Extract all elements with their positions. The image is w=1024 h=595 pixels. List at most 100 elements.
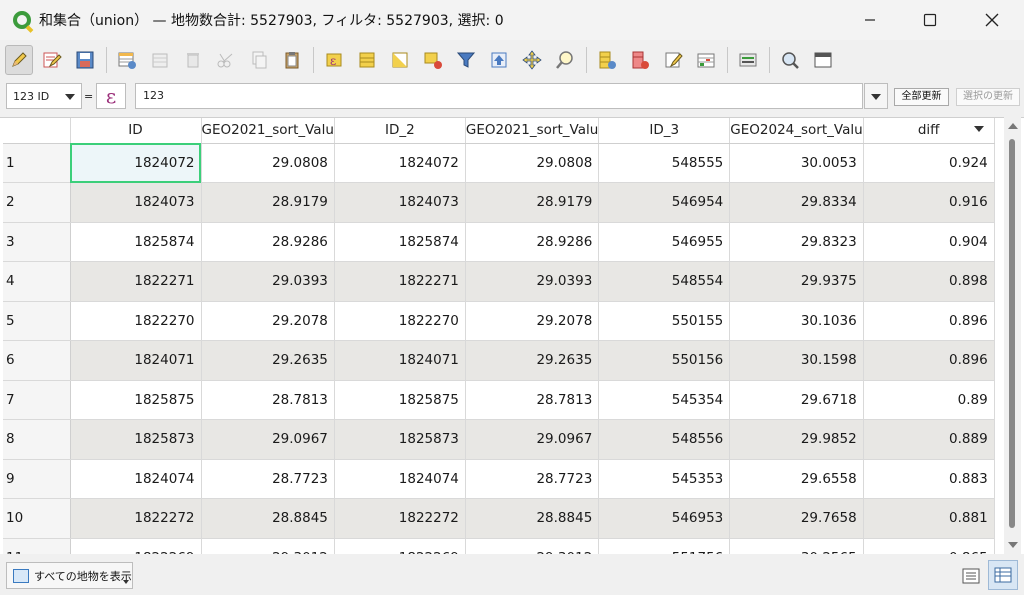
table-cell[interactable]: 0.889	[863, 419, 995, 460]
maximize-button[interactable]	[900, 0, 960, 40]
table-cell[interactable]: 0.904	[863, 222, 995, 262]
table-cell[interactable]: 29.0808	[201, 143, 335, 183]
column-header[interactable]: GEO2021_sort_Valu	[465, 118, 600, 144]
column-header[interactable]: ID_3	[598, 118, 731, 144]
table-cell[interactable]: 548555	[598, 143, 731, 183]
row-header[interactable]: 10	[3, 498, 71, 539]
table-cell[interactable]: 0.916	[863, 182, 995, 223]
table-cell[interactable]: 29.8334	[729, 182, 864, 223]
table-cell[interactable]: 29.2635	[201, 340, 335, 381]
table-cell[interactable]: 29.0967	[465, 419, 600, 460]
field-calculator-button[interactable]	[659, 45, 687, 75]
actions-button[interactable]	[734, 45, 762, 75]
table-cell[interactable]: 29.8323	[729, 222, 864, 262]
table-cell[interactable]: 29.0393	[201, 261, 335, 302]
table-cell[interactable]: 1824071	[334, 340, 466, 381]
table-view-button[interactable]	[988, 560, 1018, 590]
table-cell[interactable]: 1825873	[70, 419, 202, 460]
table-cell[interactable]: 29.6558	[729, 459, 864, 499]
save-edits-button[interactable]	[71, 45, 99, 75]
select-by-expression-button[interactable]: ε	[320, 45, 348, 75]
row-header[interactable]: 7	[3, 380, 71, 420]
table-cell[interactable]: 0.896	[863, 301, 995, 341]
column-header[interactable]: GEO2024_sort_Valu	[729, 118, 864, 144]
table-row[interactable]: 1 1824072 29.0808 1824072 29.0808 548555 30.00…	[3, 143, 995, 183]
table-cell[interactable]: 1824071	[70, 340, 202, 381]
cut-button[interactable]	[212, 45, 240, 75]
table-cell[interactable]: 29.7658	[729, 498, 864, 539]
table-cell[interactable]: 29.6718	[729, 380, 864, 420]
table-row[interactable]: 10 1822272 28.8845 1822272 28.8845 546953 29.7…	[3, 498, 995, 539]
table-cell[interactable]: 28.8845	[465, 498, 600, 539]
deselect-all-button[interactable]	[419, 45, 447, 75]
table-cell[interactable]: 1824072	[334, 143, 466, 183]
table-cell[interactable]: 545353	[598, 459, 731, 499]
field-selector[interactable]: 123 ID	[6, 83, 82, 109]
filter-value-input[interactable]: 123	[135, 83, 863, 109]
table-row[interactable]: 4 1822271 29.0393 1822271 29.0393 548554 29.93…	[3, 261, 995, 302]
row-header[interactable]: 2	[3, 182, 71, 223]
table-cell[interactable]: 1824074	[334, 459, 466, 499]
invert-selection-button[interactable]	[386, 45, 414, 75]
filter-value-dropdown[interactable]	[864, 83, 888, 109]
table-cell[interactable]: 1825875	[70, 380, 202, 420]
table-cell[interactable]: 28.8845	[201, 498, 335, 539]
corner-header[interactable]	[3, 118, 71, 144]
table-cell[interactable]: 1822269	[70, 538, 202, 554]
table-row[interactable]: 6 1824071 29.2635 1824071 29.2635 550156 30.15…	[3, 340, 995, 381]
table-cell[interactable]: 1822270	[334, 301, 466, 341]
table-cell[interactable]: 0.865	[863, 538, 995, 554]
table-cell[interactable]: 29.9852	[729, 419, 864, 460]
table-cell[interactable]: 1824073	[70, 182, 202, 223]
table-cell[interactable]: 30.0053	[729, 143, 864, 183]
table-cell[interactable]: 1825873	[334, 419, 466, 460]
table-cell[interactable]: 28.9286	[465, 222, 600, 262]
table-cell[interactable]: 548554	[598, 261, 731, 302]
row-header[interactable]: 5	[3, 301, 71, 341]
table-cell[interactable]: 0.898	[863, 261, 995, 302]
table-cell[interactable]: 0.89	[863, 380, 995, 420]
table-cell[interactable]: 28.7723	[201, 459, 335, 499]
expression-builder-button[interactable]: ε	[96, 83, 126, 109]
table-cell[interactable]: 551756	[598, 538, 731, 554]
scroll-up-icon[interactable]	[1008, 123, 1018, 129]
vertical-scrollbar[interactable]	[1004, 117, 1021, 554]
table-row[interactable]: 5 1822270 29.2078 1822270 29.2078 550155 30.10…	[3, 301, 995, 341]
table-cell[interactable]: 28.9179	[201, 182, 335, 223]
row-header[interactable]: 8	[3, 419, 71, 460]
table-cell[interactable]: 29.2078	[201, 301, 335, 341]
table-cell[interactable]: 29.0967	[201, 419, 335, 460]
table-cell[interactable]: 1825875	[334, 380, 466, 420]
add-feature-button[interactable]	[146, 45, 174, 75]
row-header[interactable]: 9	[3, 459, 71, 499]
table-cell[interactable]: 0.896	[863, 340, 995, 381]
table-cell[interactable]: 1825874	[70, 222, 202, 262]
table-cell[interactable]: 28.7723	[465, 459, 600, 499]
table-cell[interactable]: 30.2565	[729, 538, 864, 554]
conditional-formatting-button[interactable]	[692, 45, 720, 75]
table-cell[interactable]: 1822270	[70, 301, 202, 341]
dock-button[interactable]	[809, 45, 837, 75]
table-cell[interactable]: 550155	[598, 301, 731, 341]
table-cell[interactable]: 1825874	[334, 222, 466, 262]
row-header[interactable]: 11	[3, 538, 71, 554]
table-cell[interactable]: 1822272	[70, 498, 202, 539]
pan-to-selection-button[interactable]	[518, 45, 546, 75]
table-cell[interactable]: 1822271	[70, 261, 202, 302]
table-cell[interactable]: 28.9179	[465, 182, 600, 223]
table-cell[interactable]: 545354	[598, 380, 731, 420]
filter-select-button[interactable]	[452, 45, 480, 75]
table-cell[interactable]: 29.9375	[729, 261, 864, 302]
table-cell[interactable]: 1822269	[334, 538, 466, 554]
row-header[interactable]: 1	[3, 143, 71, 183]
zoom-map-button[interactable]	[776, 45, 804, 75]
copy-button[interactable]	[245, 45, 273, 75]
row-header[interactable]: 6	[3, 340, 71, 381]
update-selected-button[interactable]: 選択の更新	[956, 88, 1020, 106]
feature-filter-dropdown[interactable]: すべての地物を表示	[6, 562, 133, 589]
table-cell[interactable]: 0.924	[863, 143, 995, 183]
scrollbar-thumb[interactable]	[1009, 139, 1015, 528]
paste-button[interactable]	[278, 45, 306, 75]
table-row[interactable]: 11182226929.3012182226929.301255175630.2…	[3, 538, 995, 554]
update-all-button[interactable]: 全部更新	[894, 88, 949, 106]
